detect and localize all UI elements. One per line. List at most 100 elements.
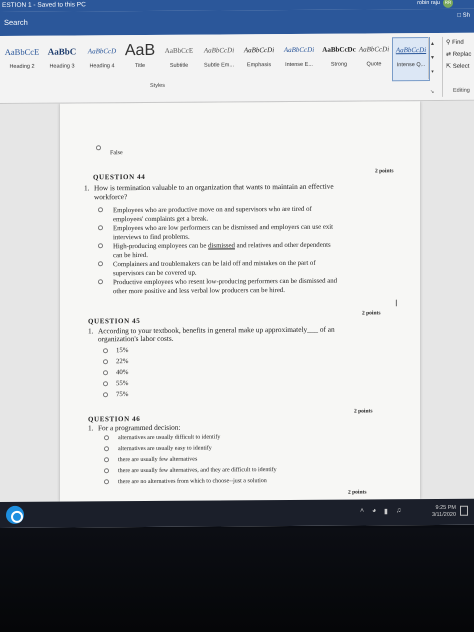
share-button[interactable]: □ Sh xyxy=(457,13,470,19)
style-sample: AaBbC xyxy=(47,46,77,57)
more-styles-icon[interactable]: ▾ xyxy=(429,65,436,79)
style-heading-4[interactable]: AaBbCcD Heading 4 xyxy=(82,39,122,83)
style-name: Intense Q... xyxy=(396,62,426,69)
style-heading-2[interactable]: AaBbCcE Heading 2 xyxy=(2,40,42,84)
option-text: Complainers and troublemakers can be lai… xyxy=(113,259,316,269)
style-strong[interactable]: AaBbCcDc Strong xyxy=(320,38,358,82)
style-sample: AaBbCcDi xyxy=(203,46,235,55)
replace-button[interactable]: ⇄ Replac xyxy=(446,49,474,61)
question-number: 1. xyxy=(88,423,94,433)
option-text: 75% xyxy=(116,391,129,399)
chevron-up-icon[interactable]: ˄ xyxy=(360,507,364,514)
option-text: there are usually few alternatives xyxy=(118,456,198,464)
wifi-icon[interactable]: ◕ xyxy=(372,507,376,514)
style-sample: AaBbCcDi xyxy=(283,45,315,55)
radio-option[interactable] xyxy=(103,359,108,365)
option-text: there are no alternatives from which to … xyxy=(118,478,267,486)
radio-option[interactable] xyxy=(103,392,108,398)
i-beam-cursor-icon: I xyxy=(395,299,398,310)
find-button[interactable]: ⚲ Find xyxy=(446,37,474,49)
question-text: workforce? xyxy=(94,192,128,202)
style-intense-emphasis[interactable]: AaBbCcDi Intense E... xyxy=(280,38,318,82)
points-label: 2 points xyxy=(354,408,373,415)
ribbon-home: AaBbCcE Heading 2 AaBbC Heading 3 AaBbCc… xyxy=(0,32,474,104)
question-text: For a programmed decision: xyxy=(98,422,181,433)
style-sample: AaBbCcDc xyxy=(322,45,356,54)
document-page[interactable]: False 2 points QUESTION 44 1. How is ter… xyxy=(60,101,420,502)
find-label: Find xyxy=(452,39,464,46)
option-text: 40% xyxy=(116,369,129,377)
replace-icon: ⇄ xyxy=(446,51,452,58)
option-text: interviews to find problems. xyxy=(113,233,190,242)
points-label: 2 points xyxy=(348,489,367,496)
style-name: Intense E... xyxy=(285,61,313,69)
monitor-bezel xyxy=(0,528,474,632)
spellcheck-word[interactable]: dismissed xyxy=(208,242,235,249)
notification-icon[interactable] xyxy=(460,505,468,516)
question-number: 1. xyxy=(84,183,90,193)
radio-option[interactable] xyxy=(104,479,109,485)
style-subtitle[interactable]: AaBbCcE Subtitle xyxy=(160,39,198,83)
radio-option[interactable] xyxy=(103,348,108,354)
avatar[interactable]: RR xyxy=(443,0,453,8)
option-text: alternatives are usually easy to identif… xyxy=(118,445,212,453)
radio-option[interactable] xyxy=(96,145,101,151)
select-label: Select xyxy=(452,63,470,70)
style-sample: AaBbCcDi xyxy=(358,45,390,54)
radio-option[interactable] xyxy=(104,468,109,474)
style-name: Heading 3 xyxy=(49,63,75,70)
styles-gallery-scroll[interactable]: ▲ ▼ ▾ xyxy=(428,36,436,80)
battery-icon[interactable]: ▮ xyxy=(384,507,388,515)
question-title: QUESTION 45 xyxy=(88,317,141,326)
editing-group: ⚲ Find ⇄ Replac ⇱ Select Editing xyxy=(442,36,474,97)
style-name: Quote xyxy=(366,61,382,68)
style-sample: AaBbCcE xyxy=(164,46,194,55)
style-name: Subtle Em... xyxy=(204,62,234,69)
dialog-launcher-icon[interactable]: ↘ xyxy=(430,89,434,95)
style-sample: AaBbCcE xyxy=(4,46,40,57)
style-quote[interactable]: AaBbCcDi Quote xyxy=(356,37,392,81)
search-icon: ⚲ xyxy=(446,39,451,46)
chevron-down-icon[interactable]: ▼ xyxy=(429,51,436,65)
radio-option[interactable] xyxy=(98,207,103,213)
option-text: there are usually few alternatives, and … xyxy=(118,467,277,475)
radio-option[interactable] xyxy=(98,261,103,267)
style-emphasis[interactable]: AaBbCcDi Emphasis xyxy=(240,38,278,82)
style-intense-quote[interactable]: AaBbCcDi Intense Q... xyxy=(392,36,430,82)
style-name: Heading 4 xyxy=(89,63,115,70)
question-text: How is termination valuable to an organi… xyxy=(94,181,334,193)
option-text: alternatives are usually difficult to id… xyxy=(118,434,221,442)
radio-option[interactable] xyxy=(104,435,109,441)
style-subtle-emphasis[interactable]: AaBbCcDi Subtle Em... xyxy=(200,38,238,82)
radio-option[interactable] xyxy=(103,370,108,376)
search-box[interactable]: Search xyxy=(4,18,28,27)
style-heading-3[interactable]: AaBbC Heading 3 xyxy=(42,39,82,83)
radio-option[interactable] xyxy=(104,446,109,452)
points-label: 2 points xyxy=(375,168,394,175)
style-title[interactable]: AaB Title xyxy=(122,39,158,83)
styles-group-label: Styles xyxy=(150,82,165,89)
system-tray: ˄ ◕ ▮ ♫ 9:25 PM 3/11/2020 xyxy=(360,502,470,523)
style-name: Emphasis xyxy=(246,62,272,69)
user-name[interactable]: robin raju xyxy=(417,0,440,9)
chevron-up-icon[interactable]: ▲ xyxy=(429,37,436,51)
clock[interactable]: 9:25 PM 3/11/2020 xyxy=(416,505,456,519)
radio-option[interactable] xyxy=(98,243,103,249)
taskbar: ˄ ◕ ▮ ♫ 9:25 PM 3/11/2020 xyxy=(0,498,474,528)
document-area[interactable]: False 2 points QUESTION 44 1. How is ter… xyxy=(0,100,474,503)
volume-icon[interactable]: ♫ xyxy=(396,507,401,514)
radio-option[interactable] xyxy=(104,457,109,463)
replace-label: Replac xyxy=(452,51,472,58)
style-sample: AaB xyxy=(124,41,156,60)
radio-option[interactable] xyxy=(98,225,103,231)
option-text: other more positive and less verbal low … xyxy=(113,287,285,296)
style-sample: AaBbCcDi xyxy=(395,46,427,55)
select-button[interactable]: ⇱ Select xyxy=(446,61,474,73)
radio-option[interactable] xyxy=(98,279,103,285)
start-button[interactable] xyxy=(6,505,24,524)
radio-option[interactable] xyxy=(103,381,108,387)
style-sample: AaBbCcD xyxy=(87,47,117,56)
question-text: organization's labor costs. xyxy=(98,333,174,344)
points-label: 2 points xyxy=(362,310,381,317)
style-name: Heading 2 xyxy=(9,63,35,70)
